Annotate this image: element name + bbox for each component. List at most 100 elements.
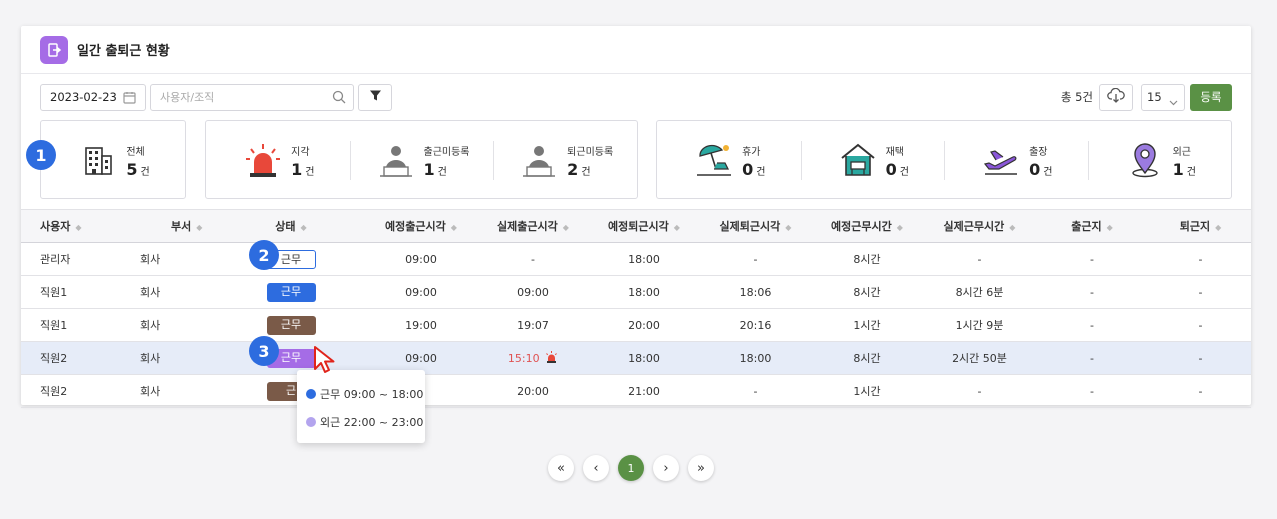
siren-icon xyxy=(545,350,558,366)
sort-icon[interactable]: ◆ xyxy=(897,223,903,232)
stat-no-checkout[interactable]: 퇴근미등록 2건 xyxy=(493,121,637,198)
schedule-tooltip: 근무 09:00 ~ 18:00 외근 22:00 ~ 23:00 xyxy=(297,370,425,443)
toolbar-right: 총 5건 15 등록 xyxy=(1060,83,1232,111)
date-picker[interactable]: 2023-02-23 xyxy=(40,83,146,111)
register-button[interactable]: 등록 xyxy=(1190,83,1232,111)
cloud-download-icon xyxy=(1107,87,1125,106)
stat-label: 퇴근미등록 xyxy=(567,146,614,158)
calendar-icon[interactable] xyxy=(123,91,136,107)
table-row[interactable]: 직원1 회사 근무 19:00 19:07 20:00 20:16 1시간 1시… xyxy=(21,308,1251,342)
door-exit-icon xyxy=(40,35,68,64)
stat-label: 지각 xyxy=(291,146,310,158)
home-desk-icon xyxy=(836,138,880,182)
sort-icon[interactable]: ◆ xyxy=(674,223,680,232)
stat-unit: 건 xyxy=(756,166,766,178)
stat-vacation[interactable]: 휴가 0건 xyxy=(657,121,801,198)
col-header-user[interactable]: 사용자 ◆ xyxy=(21,209,121,243)
prev-page-button[interactable]: ‹ xyxy=(583,455,609,481)
next-page-button[interactable]: › xyxy=(653,455,679,481)
mouse-cursor-icon xyxy=(313,345,339,378)
filter-button[interactable] xyxy=(358,83,392,111)
sort-icon[interactable]: ◆ xyxy=(75,223,81,232)
stat-value: 0 xyxy=(742,159,754,179)
stat-outside[interactable]: 외근 1건 xyxy=(1087,121,1232,198)
table-row[interactable]: 직원1 회사 근무 09:00 09:00 18:00 18:06 8시간 8시… xyxy=(21,275,1251,309)
stat-label: 재택 xyxy=(885,146,904,158)
table-row[interactable]: 직원2 회사 근 0 20:00 21:00 - 1시간 - - - xyxy=(21,374,1251,408)
stat-label: 전체 xyxy=(126,146,145,158)
col-header-actual-out[interactable]: 실제퇴근시각 ◆ xyxy=(702,209,809,243)
sort-icon[interactable]: ◆ xyxy=(785,223,791,232)
search-input[interactable] xyxy=(151,84,321,110)
page-size-value: 15 xyxy=(1147,90,1162,104)
first-page-button[interactable]: « xyxy=(548,455,574,481)
col-header-in-place[interactable]: 출근지 ◆ xyxy=(1034,209,1150,243)
status-dot xyxy=(306,417,316,427)
stat-late[interactable]: 지각 1건 xyxy=(206,121,350,198)
sort-icon[interactable]: ◆ xyxy=(196,223,202,232)
stat-unit: 건 xyxy=(140,166,150,178)
annotation-marker-2: 2 xyxy=(249,240,279,270)
airplane-icon xyxy=(979,138,1023,182)
sort-icon[interactable]: ◆ xyxy=(563,223,569,232)
siren-icon xyxy=(241,138,285,182)
col-header-sched-hours[interactable]: 예정근무시간 ◆ xyxy=(809,209,925,243)
page-title: 일간 출퇴근 현황 xyxy=(77,44,170,59)
col-header-status[interactable]: 상태 ◆ xyxy=(220,209,362,243)
search-icon[interactable] xyxy=(332,90,346,107)
annotation-marker-3: 3 xyxy=(249,336,279,366)
stat-group-issues: 지각 1건 출근미등록 1건 퇴근미등록 2건 xyxy=(205,120,638,199)
stat-value: 0 xyxy=(1029,159,1041,179)
col-header-out-place[interactable]: 퇴근지 ◆ xyxy=(1150,209,1251,243)
date-value: 2023-02-23 xyxy=(50,90,117,104)
stat-remote[interactable]: 재택 0건 xyxy=(800,121,945,198)
page-button-1[interactable]: 1 xyxy=(618,455,644,481)
download-button[interactable] xyxy=(1099,83,1133,111)
col-header-actual-in[interactable]: 실제출근시각 ◆ xyxy=(480,209,586,243)
search-field[interactable] xyxy=(150,83,354,111)
stat-value: 1 xyxy=(1172,159,1184,179)
sort-icon[interactable]: ◆ xyxy=(451,223,457,232)
building-icon xyxy=(76,138,120,182)
sort-icon[interactable]: ◆ xyxy=(1215,223,1221,232)
table-row-selected[interactable]: 직원2 회사 근무 09:00 15:10 18:00 18:00 8시간 2시… xyxy=(21,341,1251,375)
stat-group-types: 휴가 0건 재택 0건 출장 0건 외근 1 건 xyxy=(656,120,1232,199)
status-dot xyxy=(306,389,316,399)
sort-icon[interactable]: ◆ xyxy=(1107,223,1113,232)
status-badge[interactable]: 근무 xyxy=(266,282,316,302)
col-header-sched-out[interactable]: 예정퇴근시각 ◆ xyxy=(586,209,702,243)
last-page-button[interactable]: » xyxy=(688,455,714,481)
page-size-select[interactable]: 15 xyxy=(1141,83,1185,111)
status-badge[interactable]: 근무 xyxy=(266,315,316,335)
pagination: « ‹ 1 › » xyxy=(548,455,723,481)
stat-unit: 건 xyxy=(1186,166,1196,178)
table-row[interactable]: 관리자 회사 근무 09:00 - 18:00 - 8시간 - - - xyxy=(21,242,1251,276)
stat-unit: 건 xyxy=(305,166,315,178)
stat-label: 휴가 xyxy=(742,146,761,158)
sort-icon[interactable]: ◆ xyxy=(301,223,307,232)
stat-all[interactable]: 전체 5건 xyxy=(41,121,185,198)
beach-umbrella-icon xyxy=(692,138,736,182)
filter-icon xyxy=(369,89,382,105)
desk-worker-icon xyxy=(517,138,561,182)
col-header-sched-in[interactable]: 예정출근시각 ◆ xyxy=(362,209,480,243)
chevron-down-icon xyxy=(1169,95,1178,109)
stat-label: 외근 xyxy=(1172,146,1191,158)
stat-value: 5 xyxy=(126,159,138,179)
col-header-actual-hours[interactable]: 실제근무시간 ◆ xyxy=(925,209,1034,243)
stat-trip[interactable]: 출장 0건 xyxy=(944,121,1088,198)
col-header-dept[interactable]: 부서 ◆ xyxy=(121,209,220,243)
attendance-card: 일간 출퇴근 현황 2023-02-23 총 5건 xyxy=(21,26,1251,408)
sort-icon[interactable]: ◆ xyxy=(1009,223,1015,232)
total-count: 총 5건 xyxy=(1060,90,1093,104)
stat-no-checkin[interactable]: 출근미등록 1건 xyxy=(349,121,494,198)
table-header-row: 사용자 ◆ 부서 ◆ 상태 ◆ 예정출근시각 ◆ 실제출근시각 ◆ 예정퇴근시각 ◆ 실제퇴… xyxy=(21,209,1251,243)
stat-value: 2 xyxy=(567,159,579,179)
stat-unit: 건 xyxy=(581,166,591,178)
stat-value: 1 xyxy=(423,159,435,179)
toolbar: 2023-02-23 총 5건 15 xyxy=(40,83,1232,111)
stat-unit: 건 xyxy=(1043,166,1053,178)
location-pin-icon xyxy=(1123,138,1167,182)
stat-label: 출근미등록 xyxy=(423,146,470,158)
stat-label: 출장 xyxy=(1029,146,1048,158)
